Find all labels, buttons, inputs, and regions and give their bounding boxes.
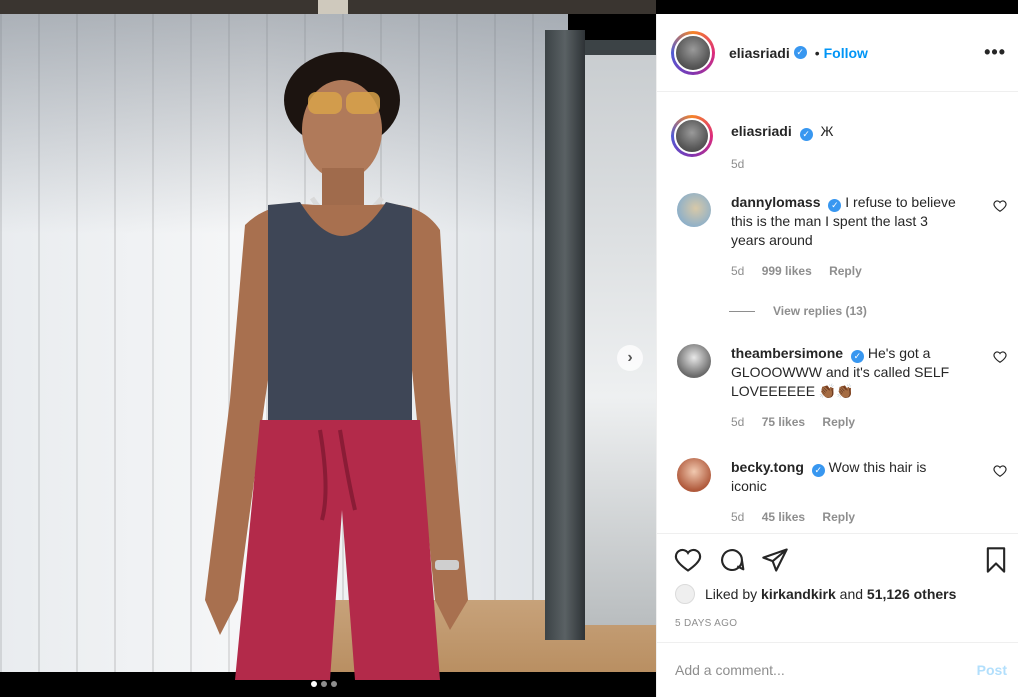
commenter-avatar[interactable] xyxy=(677,193,711,227)
save-bookmark-icon[interactable] xyxy=(982,546,1010,574)
comment-likes[interactable]: 75 likes xyxy=(762,415,805,429)
door-glass xyxy=(585,55,656,625)
liked-by-summary: Liked by kirkandkirk and 51,126 others xyxy=(675,584,956,604)
comment-likes[interactable]: 999 likes xyxy=(762,264,812,278)
more-options-icon[interactable]: ••• xyxy=(984,42,1006,63)
caption-age: 5d xyxy=(731,157,745,171)
verified-badge-icon: ✓ xyxy=(811,464,825,477)
replies-divider xyxy=(729,310,755,312)
liker-avatar[interactable] xyxy=(675,584,695,604)
separator-dot: • xyxy=(814,44,820,61)
verified-badge-icon: ✓ xyxy=(828,199,842,212)
carousel-next-button[interactable]: › xyxy=(617,345,643,371)
photo-top-strip xyxy=(0,0,656,14)
author-username[interactable]: eliasriadi xyxy=(731,123,792,139)
comment-age: 5d xyxy=(731,264,745,278)
post-actions-bar xyxy=(657,533,1018,583)
commenter-username[interactable]: becky.tong xyxy=(731,459,804,475)
post-photo[interactable]: › xyxy=(0,0,656,697)
follow-button[interactable]: Follow xyxy=(824,45,868,61)
comment-composer: Post xyxy=(657,642,1018,697)
add-comment-input[interactable] xyxy=(675,662,977,678)
reply-button[interactable]: Reply xyxy=(829,264,862,278)
post-side-panel: eliasriadi ✓ • Follow ••• eliasriadi ✓ Ж… xyxy=(656,14,1018,697)
verified-badge-icon: ✓ xyxy=(850,350,864,363)
commenter-avatar[interactable] xyxy=(677,344,711,378)
author-avatar[interactable] xyxy=(671,115,713,157)
commenter-username[interactable]: dannylomass xyxy=(731,194,820,210)
author-username[interactable]: eliasriadi xyxy=(729,45,790,61)
reply-button[interactable]: Reply xyxy=(822,415,855,429)
post-date: 5 DAYS AGO xyxy=(675,618,738,629)
share-send-icon[interactable] xyxy=(761,546,789,574)
like-heart-icon[interactable] xyxy=(674,546,702,574)
liked-and: and xyxy=(839,586,864,602)
door-frame xyxy=(545,30,585,640)
carousel-dot[interactable] xyxy=(331,681,337,687)
comment-age: 5d xyxy=(731,415,745,429)
commenter-username[interactable]: theambersimone xyxy=(731,345,843,361)
carousel-dot[interactable] xyxy=(321,681,327,687)
comments-list[interactable]: eliasriadi ✓ Ж 5d dannylomass ✓ I refuse… xyxy=(657,93,1018,533)
like-comment-icon[interactable] xyxy=(993,199,1007,213)
liked-others[interactable]: 51,126 others xyxy=(867,586,957,602)
author-avatar[interactable] xyxy=(671,30,715,75)
reply-button[interactable]: Reply xyxy=(822,510,855,524)
person-figure xyxy=(205,52,468,680)
carousel-dot[interactable] xyxy=(311,681,317,687)
comment-likes[interactable]: 45 likes xyxy=(762,510,805,524)
like-comment-icon[interactable] xyxy=(993,464,1007,478)
commenter-avatar[interactable] xyxy=(677,458,711,492)
verified-badge-icon: ✓ xyxy=(793,46,807,59)
liked-by-user[interactable]: kirkandkirk xyxy=(761,586,836,602)
view-replies-button[interactable]: View replies (13) xyxy=(729,304,867,318)
carousel-dots xyxy=(311,681,337,687)
verified-badge-icon: ✓ xyxy=(799,128,813,141)
view-replies-label: View replies (13) xyxy=(773,304,867,318)
liked-by-prefix: Liked by xyxy=(705,586,758,602)
post-header: eliasriadi ✓ • Follow ••• xyxy=(657,14,1018,92)
comment-bubble-icon[interactable] xyxy=(718,546,746,574)
like-comment-icon[interactable] xyxy=(993,350,1007,364)
comment-age: 5d xyxy=(731,510,745,524)
post-comment-button[interactable]: Post xyxy=(977,662,1007,678)
caption-text: Ж xyxy=(820,123,834,139)
